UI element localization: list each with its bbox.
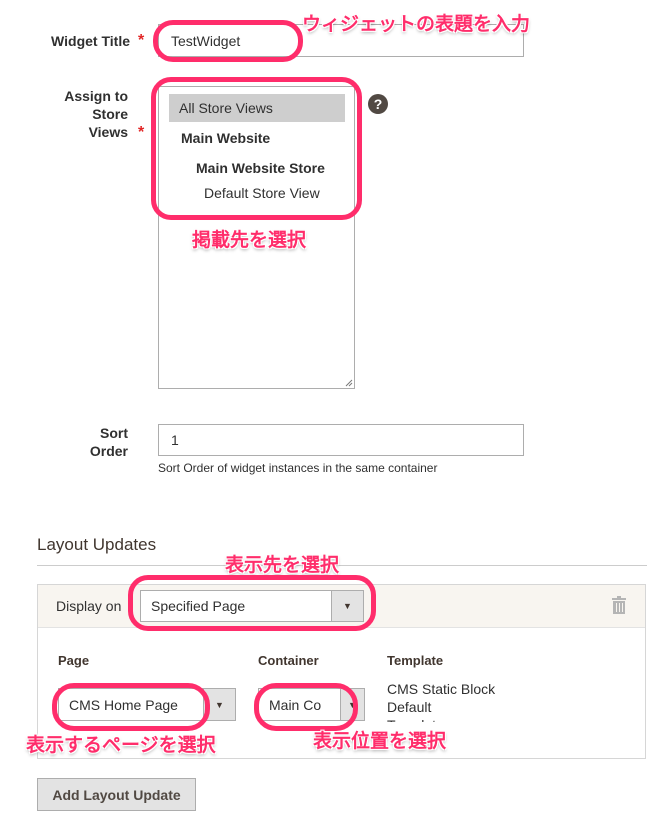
sort-order-input[interactable]: 1 xyxy=(158,424,524,456)
column-label-template: Template xyxy=(387,653,444,668)
chevron-down-icon: ▼ xyxy=(331,591,363,621)
add-layout-update-button[interactable]: Add Layout Update xyxy=(37,778,196,811)
sort-order-label-line: Order xyxy=(89,443,128,459)
store-views-label: Assign to Store Views xyxy=(20,87,128,141)
store-views-label-line: Views xyxy=(88,124,128,140)
annotation-display-note: 表示先を選択 xyxy=(225,554,340,576)
store-view-option[interactable]: Main Website xyxy=(181,130,270,146)
page-select-value: CMS Home Page xyxy=(69,696,178,713)
chevron-down-icon: ▼ xyxy=(203,689,235,720)
store-view-option[interactable]: Default Store View xyxy=(204,185,320,201)
sort-order-label: Sort Order xyxy=(20,424,128,460)
display-on-label: Display on xyxy=(56,598,122,614)
container-select-value: Main Co xyxy=(269,696,322,713)
sort-order-value: 1 xyxy=(171,432,179,448)
container-select[interactable]: Main Co ▼ xyxy=(258,688,365,721)
section-divider xyxy=(37,565,647,566)
resize-handle-icon[interactable] xyxy=(345,379,353,387)
section-title-layout-updates: Layout Updates xyxy=(37,535,157,554)
store-views-label-line: Assign to xyxy=(64,88,128,104)
display-on-value: Specified Page xyxy=(151,598,246,614)
column-label-page: Page xyxy=(58,653,90,668)
column-label-container: Container xyxy=(258,653,319,668)
annotation-page-note: 表示するページを選択 xyxy=(26,734,216,756)
store-view-option[interactable]: All Store Views xyxy=(169,94,345,122)
annotation-store-note: 掲載先を選択 xyxy=(192,229,307,251)
sort-order-note: Sort Order of widget instances in the sa… xyxy=(158,461,438,475)
trash-icon[interactable] xyxy=(611,596,627,614)
display-on-select[interactable]: Specified Page ▼ xyxy=(140,590,364,622)
template-line: Default xyxy=(387,699,432,715)
template-line: Template xyxy=(387,716,495,722)
sort-order-label-line: Sort xyxy=(100,425,128,441)
layout-update-header: Display on Specified Page ▼ xyxy=(38,585,645,628)
required-marker: * xyxy=(138,32,145,49)
required-marker: * xyxy=(138,124,145,141)
store-views-label-line: Store xyxy=(92,106,128,122)
store-view-option[interactable]: Main Website Store xyxy=(196,160,325,176)
page-select[interactable]: CMS Home Page ▼ xyxy=(58,688,236,721)
widget-title-value: TestWidget xyxy=(171,32,241,49)
annotation-title-note: ウィジェットの表題を入力 xyxy=(302,13,531,35)
chevron-down-icon: ▼ xyxy=(340,689,364,720)
question-circle-icon[interactable]: ? xyxy=(368,94,388,114)
widget-title-label: Widget Title xyxy=(51,33,130,49)
template-line: CMS Static Block xyxy=(387,681,496,697)
template-value: CMS Static Block Default Template xyxy=(387,680,495,722)
annotation-container-note: 表示位置を選択 xyxy=(313,730,447,752)
